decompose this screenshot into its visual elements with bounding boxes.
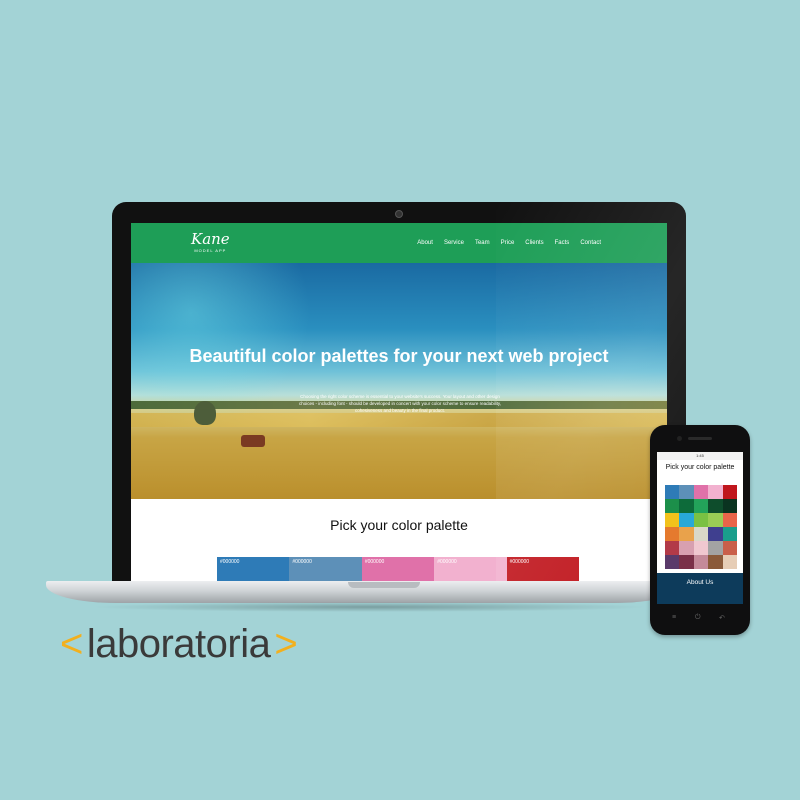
phone-palette-swatch[interactable]	[708, 527, 723, 541]
phone-palette-swatch[interactable]	[679, 527, 694, 541]
phone-about-section: About Us	[657, 573, 743, 604]
site-navbar: Kane MODEL APP About Service Team Price …	[131, 223, 667, 263]
phone-speaker-icon	[688, 437, 712, 440]
laptop-opening-notch	[348, 582, 420, 588]
palette-swatch[interactable]: #000000	[289, 557, 362, 584]
phone-screen: 1:45 Pick your color palette About Us	[657, 452, 743, 604]
palette-section: Pick your color palette #000000 #000000 …	[131, 499, 667, 584]
swatch-label: #000000	[509, 559, 530, 565]
phone-palette-swatch[interactable]	[665, 513, 680, 527]
logo-left-bracket: <	[60, 621, 83, 666]
back-icon[interactable]: ↶	[719, 614, 725, 622]
palette-swatch[interactable]: #000000	[361, 557, 435, 584]
laboratoria-logo: < laboratoria >	[60, 620, 298, 668]
phone-palette-swatch[interactable]	[693, 541, 709, 555]
phone-palette-swatch[interactable]	[722, 485, 737, 499]
laptop-frame: Kane MODEL APP About Service Team Price …	[112, 202, 686, 584]
laptop-shadow	[90, 602, 650, 612]
phone-palette-swatch[interactable]	[708, 499, 723, 513]
phone-palette-swatch[interactable]	[722, 555, 737, 569]
logo-subtext: MODEL APP	[194, 248, 227, 253]
swatch-label: #000000	[364, 559, 385, 565]
phone-palette-swatch[interactable]	[693, 513, 709, 527]
phone-about-heading: About Us	[686, 579, 714, 586]
nav-link-facts[interactable]: Facts	[555, 240, 570, 246]
phone-palette-swatch[interactable]	[722, 541, 737, 555]
palette-heading: Pick your color palette	[330, 517, 468, 533]
phone-palette-swatch[interactable]	[679, 499, 694, 513]
site-logo[interactable]: Kane MODEL APP	[191, 230, 230, 254]
swatch-label: #000000	[292, 559, 312, 565]
menu-icon[interactable]: ≡	[672, 614, 676, 621]
nav-link-about[interactable]: About	[417, 240, 433, 246]
power-icon[interactable]: ⏻	[695, 614, 701, 622]
swatch-label: #000000	[437, 559, 457, 565]
phone-palette-swatch[interactable]	[693, 527, 709, 541]
logo-right-bracket: >	[274, 621, 298, 666]
hero-description: Choosing the right color scheme is essen…	[298, 394, 502, 413]
hero-title: Beautiful color palettes for your next w…	[189, 346, 609, 366]
phone-frame: 1:45 Pick your color palette About Us ≡ …	[650, 425, 750, 635]
phone-palette-swatch[interactable]	[708, 485, 723, 499]
palette-swatch[interactable]: #000000	[434, 557, 507, 584]
phone-palette-swatch[interactable]	[693, 485, 709, 499]
nav-menu: About Service Team Price Clients Facts C…	[406, 240, 601, 246]
phone-palette-swatch[interactable]	[708, 541, 723, 555]
phone-palette-grid	[665, 485, 737, 569]
logo-text: Kane	[191, 230, 230, 248]
swatch-label: #000000	[220, 559, 240, 565]
laptop-screen: Kane MODEL APP About Service Team Price …	[131, 223, 667, 584]
laptop-camera-icon	[395, 210, 403, 218]
palette-swatch-row: #000000 #000000 #000000 #000000 #000000	[217, 557, 580, 584]
phone-palette-heading: Pick your color palette	[665, 464, 735, 471]
phone-palette-swatch[interactable]	[722, 499, 737, 513]
nav-link-contact[interactable]: Contact	[580, 240, 601, 246]
phone-palette-swatch[interactable]	[665, 527, 680, 541]
phone-palette-swatch[interactable]	[722, 527, 737, 541]
hero-banner: Beautiful color palettes for your next w…	[131, 263, 667, 499]
phone-palette-swatch[interactable]	[665, 555, 680, 569]
phone-palette-swatch[interactable]	[679, 541, 694, 555]
phone-palette-swatch[interactable]	[722, 513, 737, 527]
phone-palette-swatch[interactable]	[693, 555, 709, 569]
palette-swatch[interactable]: #000000	[506, 557, 580, 584]
phone-palette-swatch[interactable]	[693, 499, 709, 513]
phone-palette-swatch[interactable]	[679, 555, 694, 569]
logo-wordmark: laboratoria	[86, 621, 271, 666]
phone-palette-swatch[interactable]	[665, 485, 680, 499]
phone-camera-icon	[677, 436, 682, 441]
phone-palette-swatch[interactable]	[665, 499, 680, 513]
phone-palette-swatch[interactable]	[679, 513, 694, 527]
phone-status-bar: 1:45	[657, 452, 743, 460]
phone-palette-swatch[interactable]	[665, 541, 680, 555]
palette-swatch[interactable]: #000000	[217, 557, 290, 584]
phone-palette-swatch[interactable]	[708, 555, 723, 569]
hero-tree	[194, 401, 216, 425]
nav-link-team[interactable]: Team	[475, 240, 490, 246]
nav-link-service[interactable]: Service	[444, 240, 464, 246]
phone-palette-swatch[interactable]	[679, 485, 694, 499]
nav-link-clients[interactable]: Clients	[525, 240, 543, 246]
nav-link-price[interactable]: Price	[501, 240, 515, 246]
hero-harvester	[241, 435, 265, 447]
phone-palette-swatch[interactable]	[708, 513, 723, 527]
